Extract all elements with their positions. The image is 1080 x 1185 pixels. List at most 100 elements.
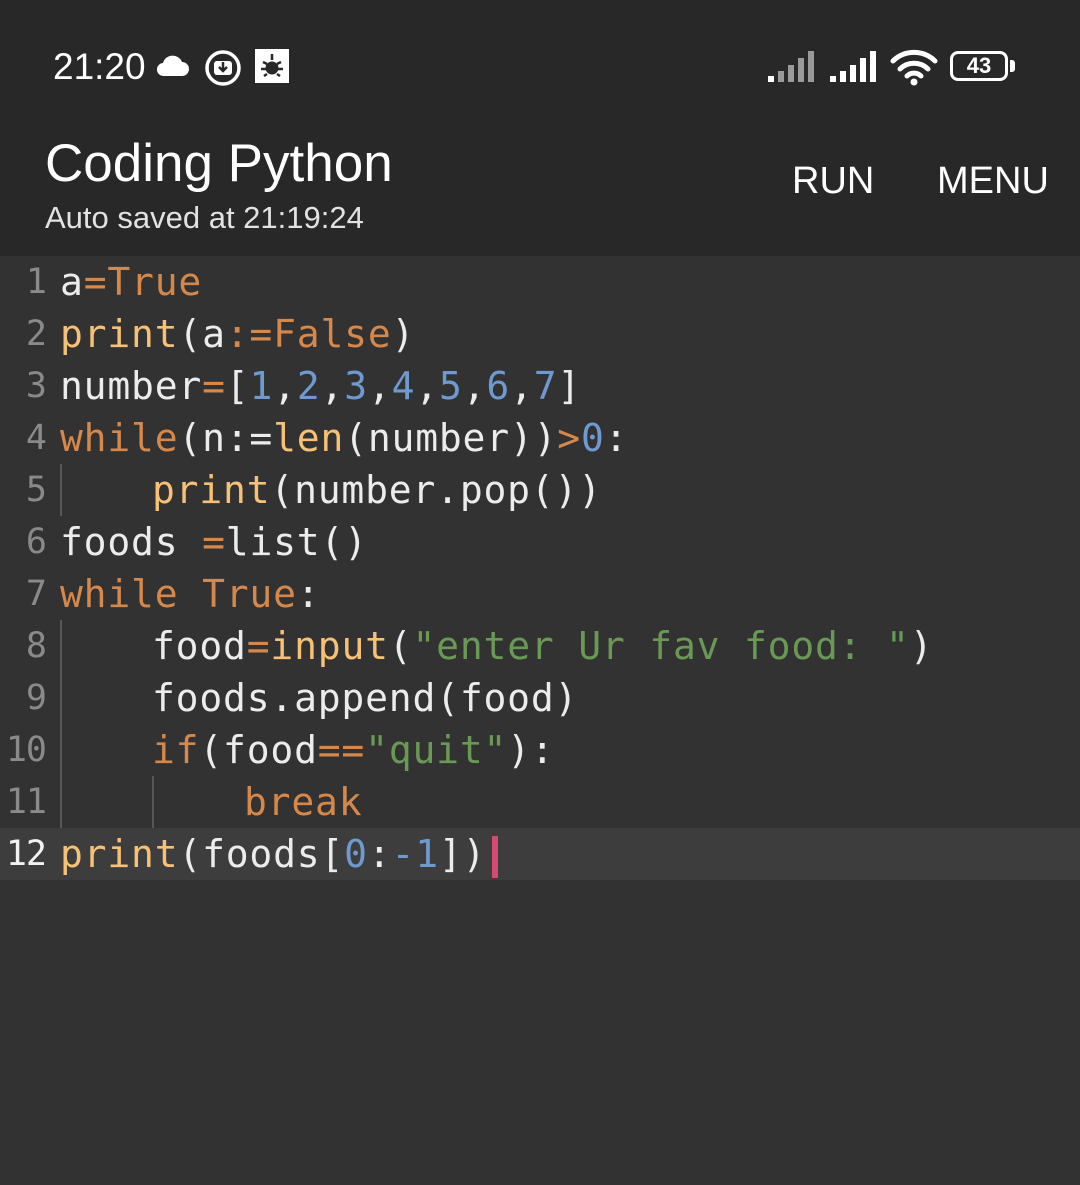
code-line[interactable]: 8 food=input("enter Ur fav food: ") — [0, 620, 1080, 672]
code-token: len — [273, 416, 345, 460]
code-token: , — [462, 364, 487, 408]
indent-guide — [60, 776, 62, 828]
code-token: input — [270, 624, 389, 668]
line-number: 12 — [5, 834, 47, 874]
code-text: foods.append(food) — [152, 672, 578, 724]
indent-guide — [60, 672, 62, 724]
code-token: (food — [199, 728, 318, 772]
code-token: (a — [178, 312, 226, 356]
line-number: 3 — [25, 366, 47, 406]
code-token: a — [60, 260, 84, 304]
code-token: , — [510, 364, 534, 408]
code-text: if(food=="quit"): — [152, 724, 555, 776]
code-line[interactable]: 3 number=[1,2,3,4,5,6,7] — [0, 360, 1080, 412]
code-token: if — [152, 728, 200, 772]
code-text: number=[1,2,3,4,5,6,7] — [60, 360, 581, 412]
code-token: 6 — [486, 364, 511, 408]
code-line[interactable]: 1 a=True — [0, 256, 1080, 308]
code-line[interactable]: 6 foods =list() — [0, 516, 1080, 568]
code-token: ]) — [438, 832, 487, 876]
code-token: 0 — [580, 416, 605, 460]
code-token: [ — [225, 364, 250, 408]
code-token: 7 — [533, 364, 558, 408]
code-token: print — [60, 832, 179, 876]
battery-level: 43 — [966, 53, 992, 78]
signal-icon — [830, 51, 876, 82]
code-line[interactable]: 4 while(n:=len(number))>0: — [0, 412, 1080, 464]
autosave-status: Auto saved at 21:19:24 — [45, 200, 364, 235]
code-line[interactable]: 9 foods.append(food) — [0, 672, 1080, 724]
text-cursor — [492, 836, 498, 878]
code-token: 5 — [438, 364, 463, 408]
code-token: ): — [507, 728, 555, 772]
code-line[interactable]: 5 print(number.pop()) — [0, 464, 1080, 516]
code-token: (number.pop()) — [270, 468, 602, 512]
code-token: True — [202, 572, 297, 616]
code-token: ] — [557, 364, 582, 408]
code-token: "enter Ur fav food: " — [412, 624, 910, 668]
code-token: ) — [909, 624, 934, 668]
code-token: (n:= — [178, 416, 274, 460]
code-token: : — [367, 832, 392, 876]
line-number: 4 — [25, 418, 47, 458]
signal-icon — [768, 51, 814, 82]
line-number: 10 — [5, 730, 47, 770]
code-line[interactable]: 11 break — [0, 776, 1080, 828]
page-title: Coding Python — [45, 134, 393, 193]
code-token: False — [273, 312, 392, 356]
indent-guide — [152, 776, 154, 828]
code-text: break — [244, 776, 362, 828]
code-token: ( — [388, 624, 413, 668]
line-number: 8 — [25, 626, 47, 666]
code-token: = — [246, 624, 271, 668]
code-text: print(number.pop()) — [152, 464, 602, 516]
code-line[interactable]: 7 while True: — [0, 568, 1080, 620]
code-token: while — [60, 416, 179, 460]
code-token: True — [107, 260, 203, 304]
menu-button[interactable]: MENU — [937, 158, 1049, 204]
status-time: 21:20 — [53, 46, 146, 87]
code-token: , — [367, 364, 392, 408]
code-line[interactable]: 12 print(foods[0:-1]) — [0, 828, 1080, 880]
download-icon — [205, 50, 241, 86]
code-token: "quit" — [365, 728, 508, 772]
code-token: print — [60, 312, 179, 356]
line-number: 9 — [25, 678, 47, 718]
code-text: food=input("enter Ur fav food: ") — [152, 620, 933, 672]
code-token: print — [152, 468, 271, 512]
code-line[interactable]: 10 if(food=="quit"): — [0, 724, 1080, 776]
app-notification-icon — [255, 49, 289, 83]
code-token: break — [244, 780, 363, 824]
code-token: : — [604, 416, 629, 460]
indent-guide — [60, 464, 62, 516]
code-text: foods =list() — [60, 516, 368, 568]
code-token: foods.append(food) — [152, 676, 579, 720]
code-token: 2 — [296, 364, 321, 408]
line-number: 1 — [25, 262, 47, 302]
code-token: , — [273, 364, 297, 408]
code-token: = — [202, 520, 226, 564]
code-token: == — [317, 728, 366, 772]
code-editor[interactable]: 1 a=True 2 print(a:=False) 3 number=[1,2,3,4,… — [0, 256, 1080, 1185]
code-token: = — [202, 364, 226, 408]
wifi-icon — [890, 49, 938, 86]
code-token: : — [296, 572, 321, 616]
code-token: list() — [225, 520, 368, 564]
code-text: while(n:=len(number))>0: — [60, 412, 628, 464]
run-button[interactable]: RUN — [792, 158, 874, 204]
code-token: 1 — [249, 364, 274, 408]
code-token: , — [320, 364, 345, 408]
line-number: 11 — [5, 782, 47, 822]
app-bar: Coding Python Auto saved at 21:19:24 RUN… — [0, 120, 1080, 256]
code-token: 4 — [391, 364, 416, 408]
code-line[interactable]: 2 print(a:=False) — [0, 308, 1080, 360]
code-token: -1 — [391, 832, 439, 876]
cloud-icon — [156, 55, 189, 77]
code-token: (foods[ — [178, 832, 345, 876]
code-token: := — [225, 312, 274, 356]
line-number: 2 — [25, 314, 47, 354]
battery-icon: 43 — [950, 51, 1015, 81]
status-bar: 21:20 43 — [0, 0, 1080, 120]
line-number: 6 — [25, 522, 47, 562]
